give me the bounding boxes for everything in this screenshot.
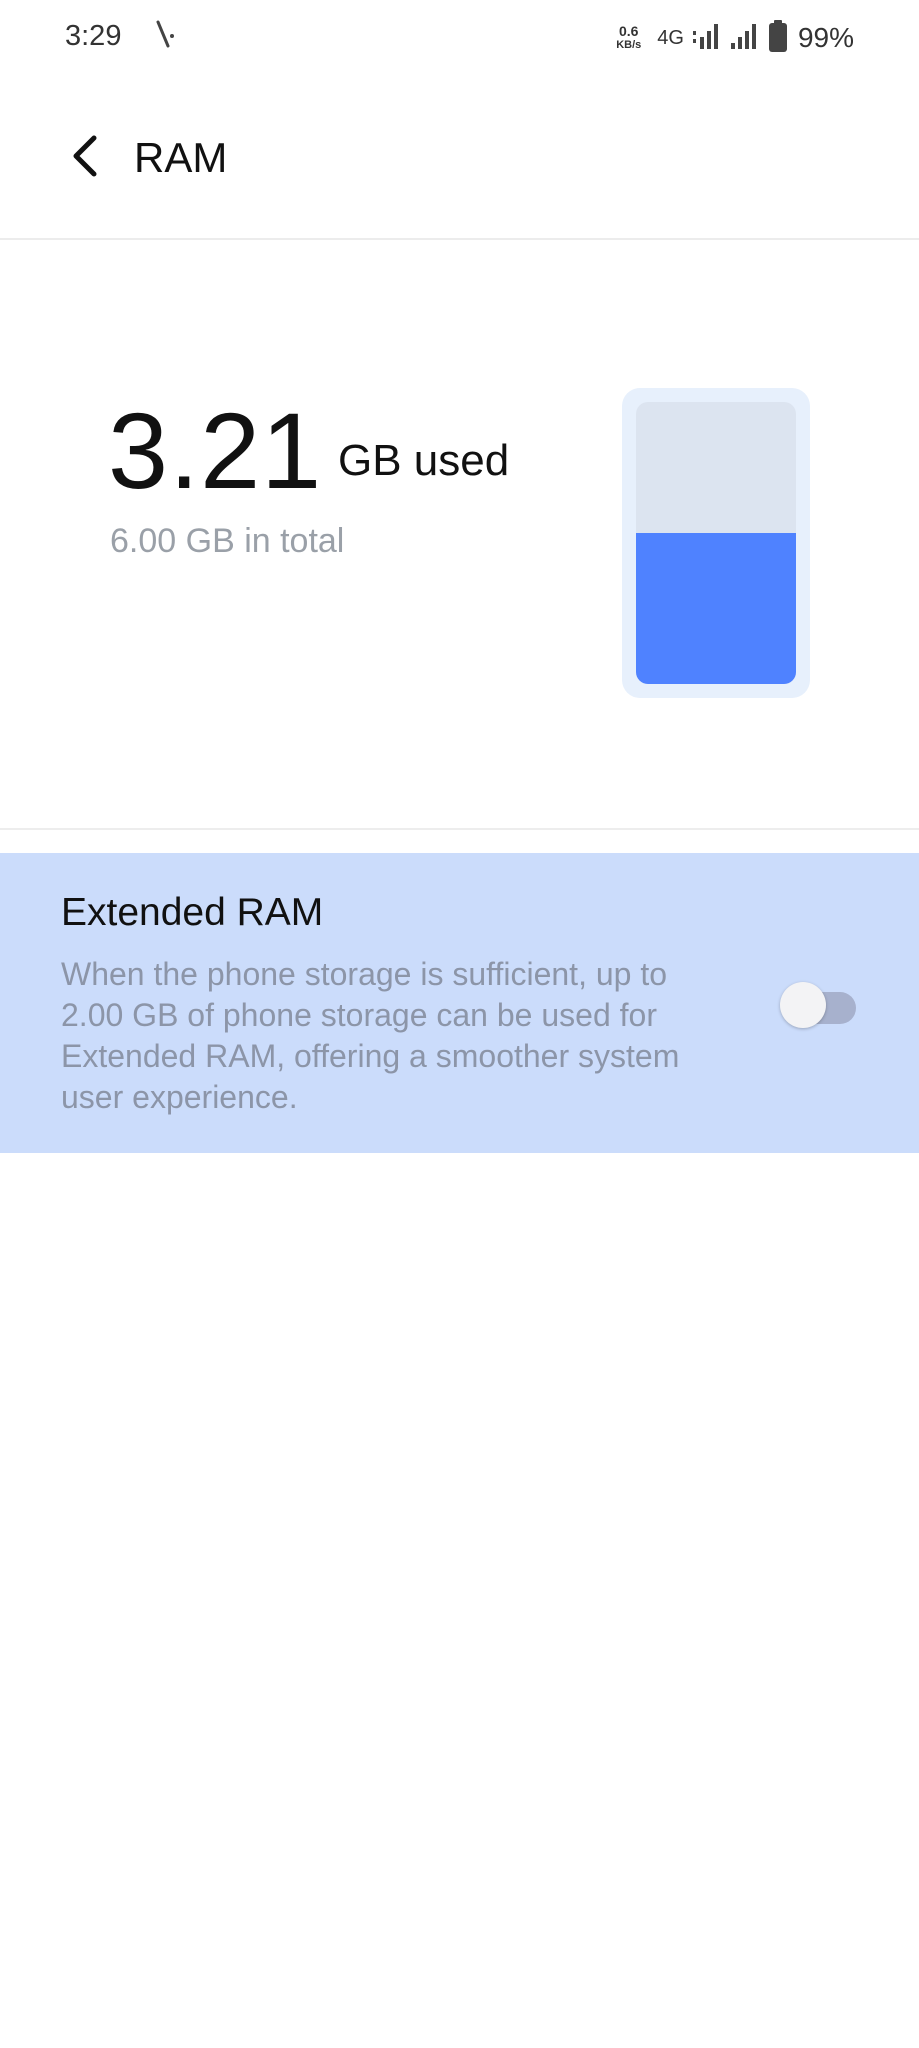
network-speed-value: 0.6 — [619, 23, 639, 39]
ram-used-value: 3.21 — [108, 390, 323, 511]
battery-percent: 99% — [797, 22, 854, 53]
page-title: RAM — [134, 134, 228, 181]
ram-usage-graphic — [622, 388, 810, 698]
network-type: 4G — [657, 26, 684, 49]
ram-total-text: 6.00 GB in total — [110, 522, 345, 560]
extended-ram-title: Extended RAM — [61, 891, 324, 934]
extended-ram-setting[interactable]: Extended RAM When the phone storage is s… — [0, 853, 919, 1153]
back-button[interactable] — [60, 130, 110, 186]
signal-icon — [692, 21, 722, 56]
ram-summary: 3.21 GB used 6.00 GB in total — [0, 240, 919, 830]
extended-ram-toggle[interactable] — [780, 980, 856, 1028]
status-time: 3:29 — [65, 20, 122, 52]
network-speed-unit: KB/s — [616, 39, 642, 51]
ram-used-unit: GB used — [338, 436, 510, 485]
extended-ram-description: When the phone storage is sufficient, up… — [61, 956, 680, 1115]
notification-icon — [150, 18, 180, 52]
toggle-knob — [780, 982, 826, 1028]
app-header: RAM — [0, 80, 919, 240]
status-bar: 3:29 0.6 KB/s 4G 99% — [0, 0, 919, 80]
battery-icon — [768, 19, 788, 58]
ram-usage-fill — [636, 533, 796, 684]
network-speed: 0.6 KB/s — [616, 24, 641, 52]
signal-icon-2 — [730, 21, 760, 56]
status-right-group: 0.6 KB/s 4G 99% — [616, 18, 854, 58]
chevron-left-icon — [70, 134, 100, 183]
ram-usage-track — [636, 402, 796, 684]
